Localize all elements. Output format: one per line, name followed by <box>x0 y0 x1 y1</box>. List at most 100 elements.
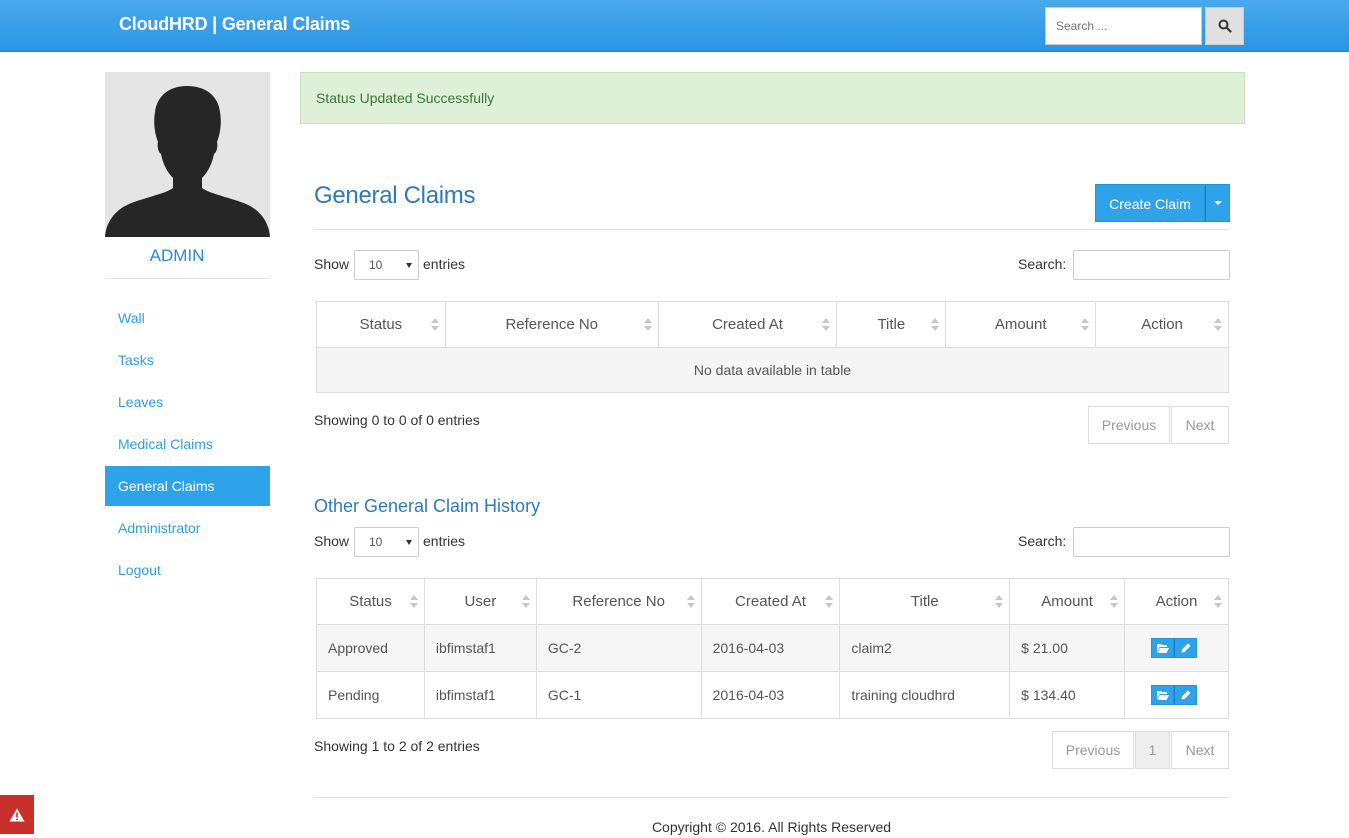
column-header-created-at[interactable]: Created At <box>657 301 838 348</box>
empty-row: No data available in table <box>316 347 1229 393</box>
column-header-action[interactable]: Action <box>1124 578 1229 625</box>
sort-icon <box>643 318 652 332</box>
cell-status: Approved <box>316 624 425 672</box>
view-button[interactable] <box>1151 685 1175 705</box>
length-label-entries: entries <box>423 256 466 272</box>
footer-divider <box>314 797 1229 798</box>
table-search-input[interactable] <box>1073 250 1230 280</box>
sort-icon <box>995 595 1004 609</box>
table-row: Pending ibfimstaf1 GC-1 2016-04-03 train… <box>316 671 1229 719</box>
column-header-amount[interactable]: Amount <box>945 301 1097 348</box>
pagination-next[interactable]: Next <box>1171 406 1229 444</box>
sort-icon <box>1214 318 1222 332</box>
action-button-group <box>1151 638 1198 658</box>
page-title: General Claims <box>314 182 476 209</box>
success-alert: Status Updated Successfully <box>300 72 1245 124</box>
column-header-title[interactable]: Title <box>836 301 947 348</box>
sidebar-item-tasks[interactable]: Tasks <box>105 340 270 380</box>
sidebar-item-medical-claims[interactable]: Medical Claims <box>105 424 270 464</box>
create-claim-dropdown-toggle[interactable] <box>1205 184 1230 222</box>
column-header-reference-no[interactable]: Reference No <box>444 301 659 348</box>
cell-title: training cloudhrd <box>839 671 1011 719</box>
table-info: Showing 0 to 0 of 0 entries <box>314 412 480 428</box>
history-search-label: Search: <box>1018 533 1067 549</box>
folder-open-icon <box>1156 644 1169 653</box>
pagination-previous[interactable]: Previous <box>1088 406 1170 444</box>
cell-reference-no: GC-1 <box>535 671 702 719</box>
sidebar-nav: Wall Tasks Leaves Medical Claims General… <box>105 298 270 592</box>
sort-icon <box>409 595 418 609</box>
sidebar-divider <box>105 278 270 279</box>
table-search-label: Search: <box>1018 256 1067 272</box>
history-search-input[interactable] <box>1073 527 1230 557</box>
folder-open-icon <box>1156 691 1169 700</box>
cell-user: ibfimstaf1 <box>423 671 537 719</box>
edit-button[interactable] <box>1174 685 1198 705</box>
select-caret-icon <box>406 540 412 545</box>
claims-table: Status Reference No Created At Title Amo… <box>316 301 1229 393</box>
sort-icon <box>825 595 834 609</box>
select-caret-icon <box>406 263 412 268</box>
action-button-group <box>1151 685 1198 705</box>
title-divider <box>314 229 1229 230</box>
history-page-length-select[interactable]: 10 <box>354 527 419 557</box>
app-brand[interactable]: CloudHRD | General Claims <box>119 14 350 35</box>
cell-title: claim2 <box>839 624 1011 672</box>
cell-reference-no: GC-2 <box>535 624 702 672</box>
section-title-history: Other General Claim History <box>314 496 541 516</box>
footer-copyright: Copyright © 2016. All Rights Reserved <box>651 819 892 835</box>
cell-amount: $ 134.40 <box>1009 671 1126 719</box>
cell-created-at: 2016-04-03 <box>700 624 841 672</box>
history-table: Status User Reference No Created At Titl… <box>316 578 1229 719</box>
sidebar-item-general-claims[interactable]: General Claims <box>105 466 270 506</box>
column-header-created-at[interactable]: Created At <box>700 578 841 625</box>
history-page-length-value: 10 <box>369 535 383 549</box>
sidebar-item-leaves[interactable]: Leaves <box>105 382 270 422</box>
avatar <box>105 72 270 237</box>
column-header-status[interactable]: Status <box>316 578 425 625</box>
history-length-label-entries: entries <box>423 533 466 549</box>
search-icon <box>1218 19 1232 33</box>
cell-created-at: 2016-04-03 <box>700 671 841 719</box>
sort-icon <box>686 595 695 609</box>
sort-icon <box>430 318 439 332</box>
create-claim-button[interactable]: Create Claim <box>1095 184 1205 222</box>
column-header-status[interactable]: Status <box>316 301 446 348</box>
error-badge[interactable] <box>0 795 34 834</box>
profile-name: ADMIN <box>149 246 205 265</box>
column-header-action[interactable]: Action <box>1095 301 1229 348</box>
edit-button[interactable] <box>1174 638 1198 658</box>
table-header-row: Status Reference No Created At Title Amo… <box>316 301 1229 348</box>
cell-status: Pending <box>316 671 425 719</box>
warning-icon <box>9 808 25 821</box>
sidebar-item-administrator[interactable]: Administrator <box>105 508 270 548</box>
sidebar-item-wall[interactable]: Wall <box>105 298 270 338</box>
history-pagination-previous[interactable]: Previous <box>1052 731 1134 769</box>
cell-user: ibfimstaf1 <box>423 624 537 672</box>
length-label-show: Show <box>314 256 350 272</box>
sidebar-item-logout[interactable]: Logout <box>105 550 270 590</box>
navbar-search-input[interactable] <box>1045 7 1202 45</box>
history-pagination-page[interactable]: 1 <box>1135 731 1170 769</box>
history-table-info: Showing 1 to 2 of 2 entries <box>314 738 480 754</box>
view-button[interactable] <box>1151 638 1175 658</box>
pencil-icon <box>1181 643 1191 653</box>
history-pagination-next[interactable]: Next <box>1171 731 1229 769</box>
column-header-reference-no[interactable]: Reference No <box>535 578 702 625</box>
navbar-search-button[interactable] <box>1205 7 1244 45</box>
page-length-value: 10 <box>369 258 383 272</box>
pencil-icon <box>1181 690 1191 700</box>
top-navbar: CloudHRD | General Claims <box>0 0 1349 52</box>
cell-amount: $ 21.00 <box>1009 624 1126 672</box>
cell-action <box>1124 671 1229 719</box>
sort-icon <box>822 318 831 332</box>
page-length-select[interactable]: 10 <box>354 250 419 280</box>
column-header-amount[interactable]: Amount <box>1009 578 1126 625</box>
sort-icon <box>1081 318 1090 332</box>
sort-icon <box>931 318 940 332</box>
column-header-user[interactable]: User <box>423 578 537 625</box>
sort-icon <box>1110 595 1119 609</box>
table-header-row: Status User Reference No Created At Titl… <box>316 578 1229 625</box>
user-silhouette-icon <box>105 86 270 237</box>
column-header-title[interactable]: Title <box>839 578 1011 625</box>
